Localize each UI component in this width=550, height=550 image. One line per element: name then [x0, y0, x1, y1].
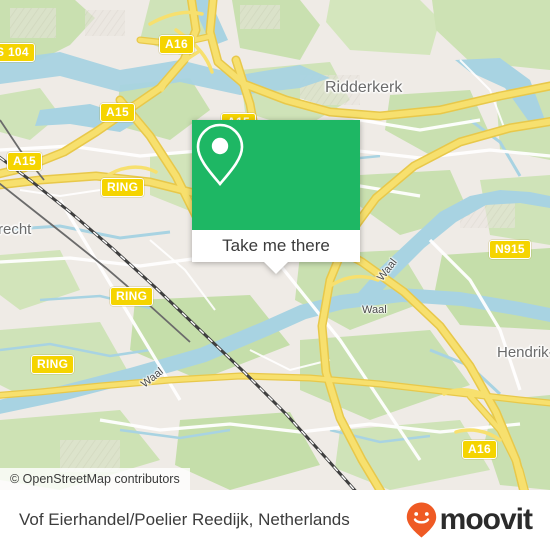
road-shield-a16-top: A16: [159, 35, 194, 54]
footer-bar: Vof Eierhandel/Poelier Reedijk, Netherla…: [0, 490, 550, 550]
take-me-there-label: Take me there: [222, 236, 330, 255]
road-shield-ring-mid: RING: [110, 287, 154, 306]
map-canvas[interactable]: S 104 A16 A15 A15 A15 RING RING RING N91…: [0, 0, 550, 490]
osm-attribution[interactable]: © OpenStreetMap contributors: [0, 468, 190, 490]
callout-tail: [264, 262, 288, 274]
moovit-map-screenshot: S 104 A16 A15 A15 A15 RING RING RING N91…: [0, 0, 550, 550]
road-shield-ring-upper: RING: [101, 178, 145, 197]
road-shield-a16-bottom: A16: [462, 440, 497, 459]
osm-attribution-label: © OpenStreetMap contributors: [10, 472, 180, 486]
road-shield-a15-left: A15: [7, 152, 42, 171]
moovit-wordmark: moovit: [439, 503, 533, 536]
road-shield-ring-lower: RING: [31, 355, 75, 374]
road-shield-a15-right: A15: [100, 103, 135, 122]
moovit-pin-smiley-icon: [406, 502, 436, 538]
moovit-logo[interactable]: moovit: [405, 501, 533, 539]
river-label-waal-mid: Waal: [362, 304, 387, 316]
place-label-hendrik: Hendrik-: [497, 344, 550, 361]
callout-pin-area: [192, 120, 360, 230]
place-label-recht: recht: [0, 221, 32, 238]
take-me-there-button[interactable]: Take me there: [192, 230, 360, 262]
destination-callout[interactable]: Take me there: [192, 120, 360, 274]
location-title: Vof Eierhandel/Poelier Reedijk, Netherla…: [19, 510, 350, 529]
map-pin-icon: [196, 123, 244, 187]
road-shield-s104: S 104: [0, 43, 35, 62]
road-shield-n915: N915: [489, 240, 531, 259]
place-label-ridderkerk: Ridderkerk: [325, 79, 403, 96]
